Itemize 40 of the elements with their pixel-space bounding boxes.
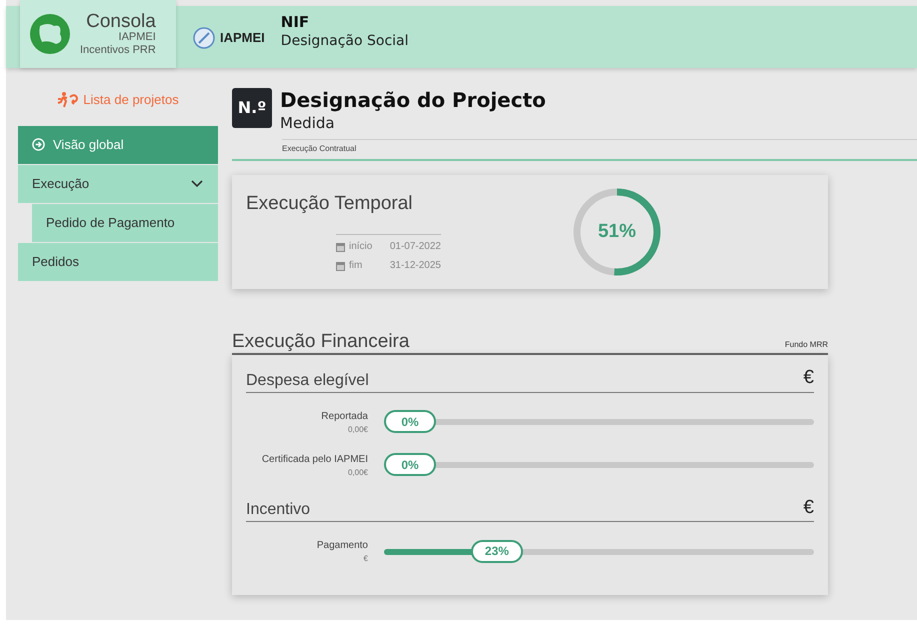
bar-label: Pagamento (316, 539, 368, 554)
app-title: Consola (85, 12, 156, 32)
bar-amount: € (362, 553, 368, 566)
date-value: 31-12-2025 (390, 259, 441, 274)
currency-symbol: € (803, 366, 814, 390)
section-title: Execução Financeira (232, 330, 410, 354)
fund-label: Fundo MRR (784, 340, 828, 350)
section-label: Execução Contratual (282, 144, 356, 152)
bar-label: Reportada (320, 410, 368, 424)
progress-percentage: 51% (598, 219, 636, 244)
group-title: Despesa elegível (246, 370, 369, 390)
nif-label: NIF (280, 14, 310, 30)
bar-amount: 0,00€ (346, 424, 368, 436)
app-subtitle: IAPMEI (118, 31, 156, 44)
sidebar-item[interactable]: Execução (18, 164, 218, 202)
date-label: início (349, 240, 374, 254)
app-subtitle: Incentivos PRR (80, 44, 156, 56)
sidebar-item[interactable]: Pedidos (18, 242, 218, 280)
project-number-badge: N.º (232, 88, 272, 128)
date-label: fim (349, 259, 364, 274)
org-name: IAPMEI (220, 29, 265, 48)
logo-icon (28, 12, 72, 56)
bar-amount: 0,00€ (346, 466, 368, 479)
date-value: 01-07-2022 (390, 240, 441, 254)
company-name: Designação Social (280, 32, 409, 50)
chevron-icon (190, 178, 204, 188)
bar-label: Certificada pelo IAPMEI (260, 452, 368, 467)
arrow-circle-icon (32, 138, 45, 151)
progress-value: 23% (470, 540, 523, 563)
group-title: Incentivo (246, 500, 310, 520)
sidebar-item[interactable]: Pedido de Pagamento (32, 204, 218, 242)
project-title: Designação do Projecto (280, 88, 546, 112)
runner-icon (57, 90, 80, 109)
project-measure: Medida (280, 113, 336, 134)
calendar-icon (336, 242, 345, 252)
progress-value: 0% (384, 453, 436, 476)
progress-value: 0% (384, 410, 436, 434)
card-title: Execução Temporal (246, 192, 414, 216)
currency-symbol: € (803, 496, 814, 520)
calendar-icon (336, 260, 345, 271)
